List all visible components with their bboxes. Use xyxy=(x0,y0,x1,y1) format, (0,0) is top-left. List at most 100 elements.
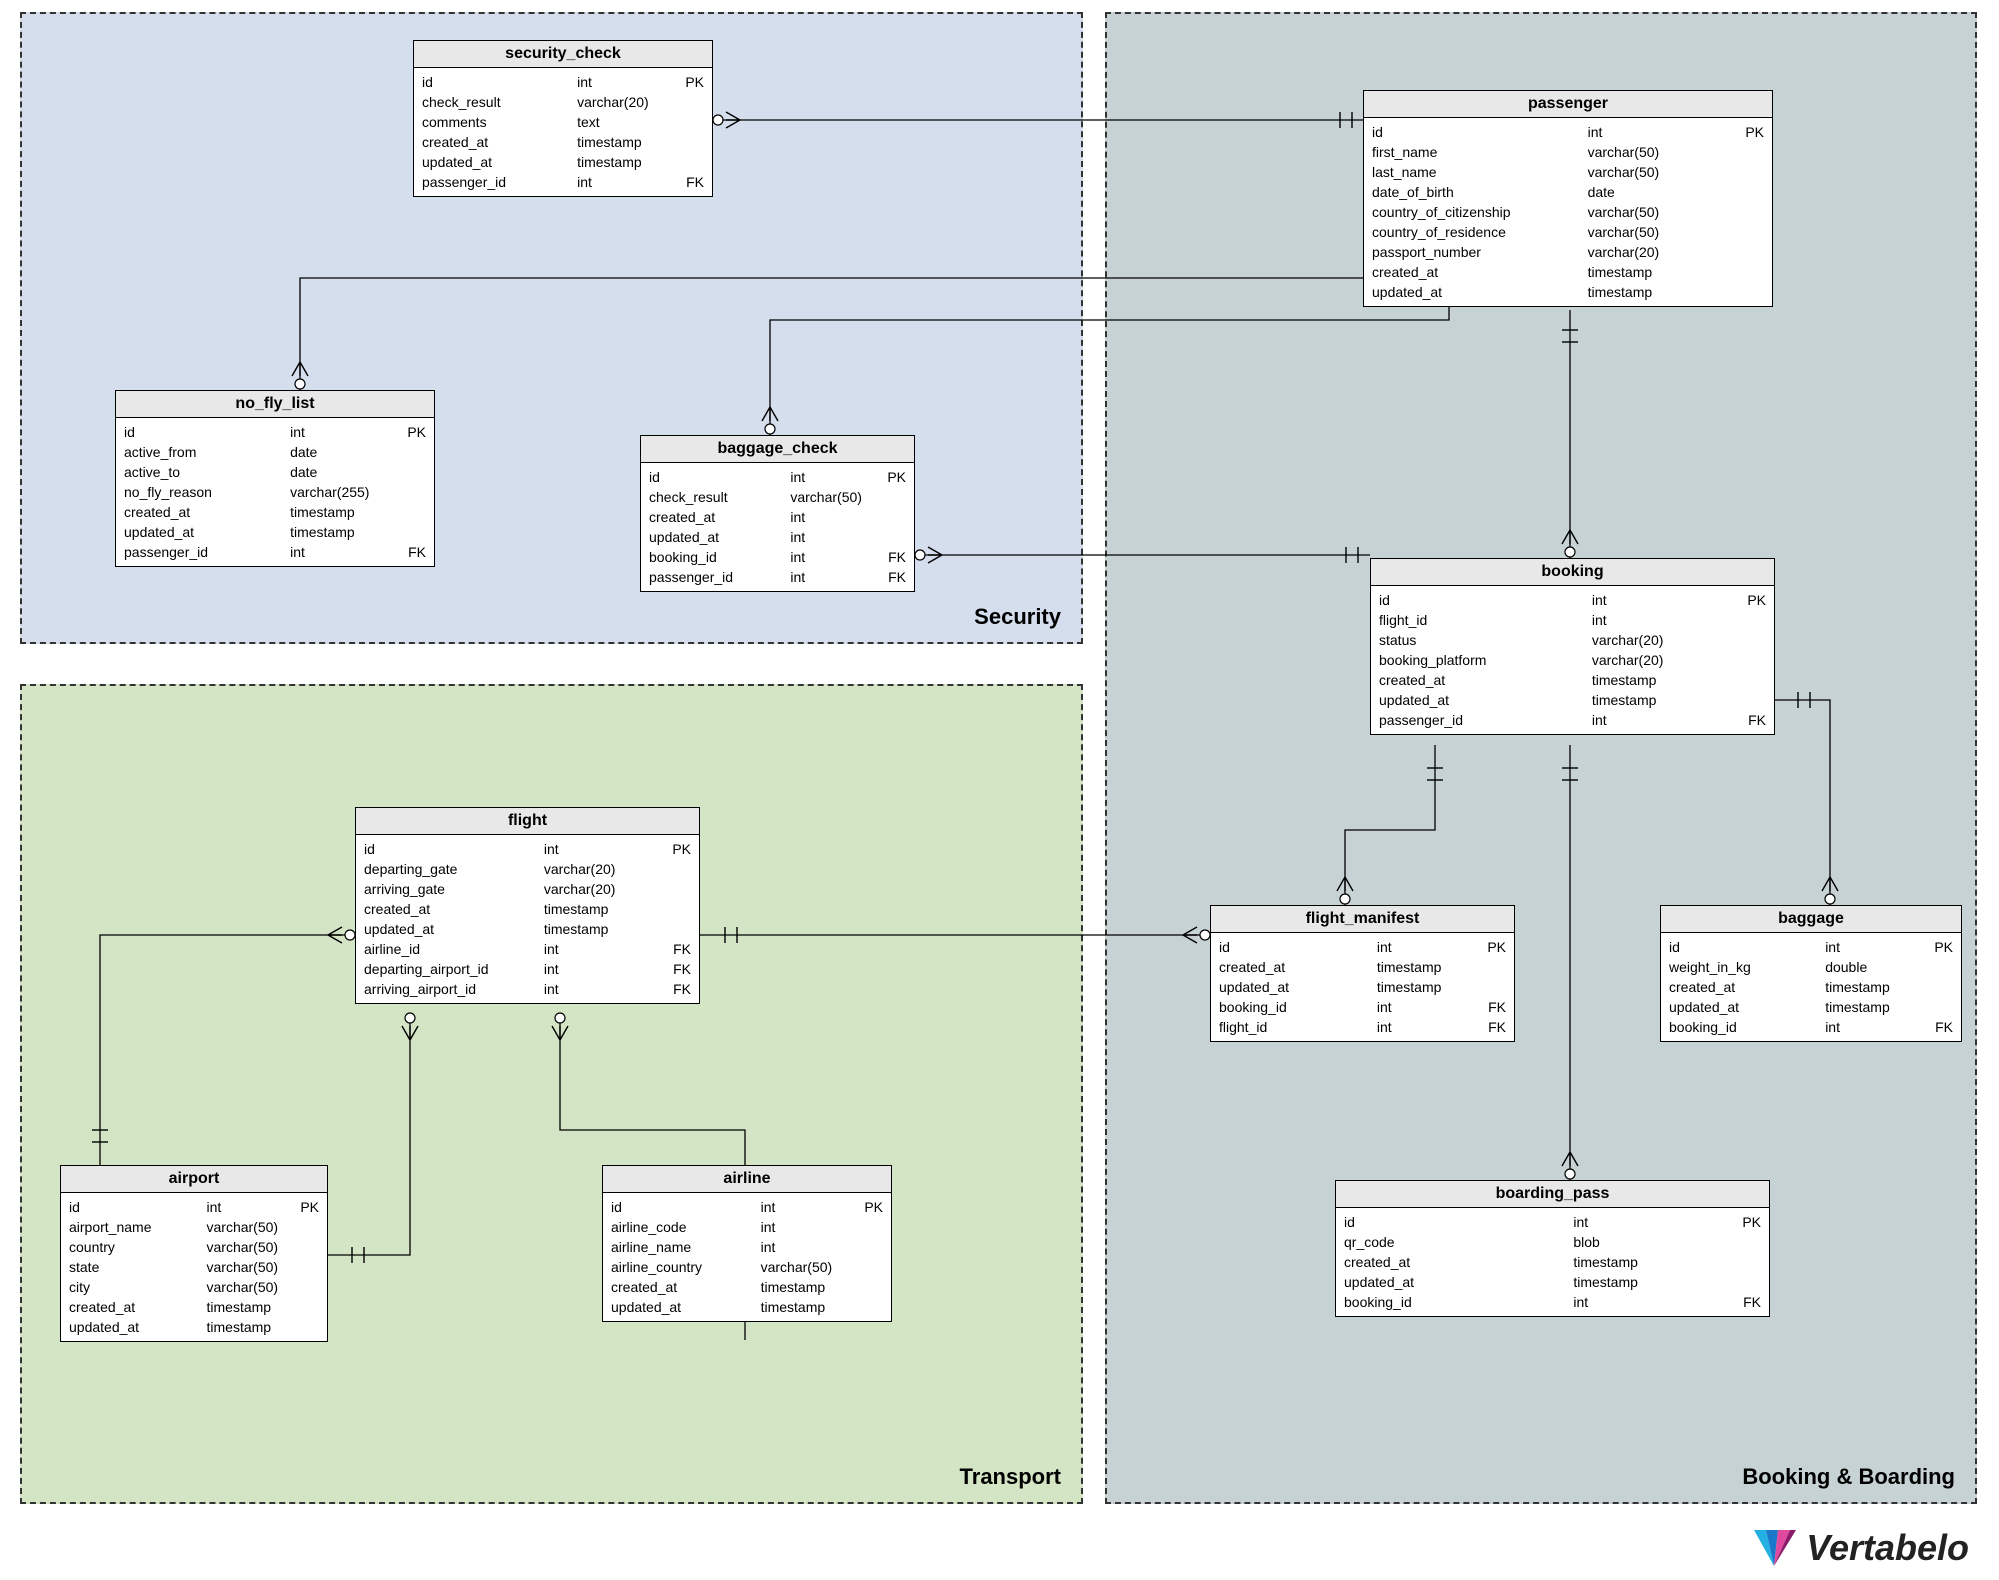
column-row: updated_attimestamp xyxy=(124,522,426,542)
column-type: timestamp xyxy=(1573,1272,1733,1292)
column-name: updated_at xyxy=(422,152,577,172)
column-type: varchar(50) xyxy=(207,1277,292,1297)
column-key xyxy=(1733,1272,1761,1292)
column-key: PK xyxy=(855,1197,883,1217)
column-row: passenger_idintFK xyxy=(422,172,704,192)
column-type: varchar(20) xyxy=(544,859,663,879)
column-type: int xyxy=(207,1197,292,1217)
column-type: timestamp xyxy=(544,919,663,939)
column-name: booking_id xyxy=(1219,997,1377,1017)
column-key: PK xyxy=(878,467,906,487)
column-name: airline_id xyxy=(364,939,544,959)
column-key: FK xyxy=(663,939,691,959)
column-key xyxy=(855,1237,883,1257)
column-row: idintPK xyxy=(1219,937,1506,957)
column-name: airline_code xyxy=(611,1217,761,1237)
column-key xyxy=(1925,957,1953,977)
column-key: PK xyxy=(291,1197,319,1217)
column-name: passenger_id xyxy=(422,172,577,192)
column-type: varchar(50) xyxy=(1588,202,1736,222)
column-type: int xyxy=(290,542,398,562)
column-type: int xyxy=(577,72,676,92)
entity-title: airport xyxy=(61,1166,327,1193)
column-row: created_attimestamp xyxy=(69,1297,319,1317)
region-booking-label: Booking & Boarding xyxy=(1742,1464,1955,1490)
column-type: timestamp xyxy=(577,152,676,172)
column-name: country_of_citizenship xyxy=(1372,202,1588,222)
entity-title: boarding_pass xyxy=(1336,1181,1769,1208)
column-key xyxy=(291,1217,319,1237)
column-key xyxy=(1736,262,1764,282)
column-name: qr_code xyxy=(1344,1232,1573,1252)
column-name: created_at xyxy=(1379,670,1592,690)
column-row: country_of_residencevarchar(50) xyxy=(1372,222,1764,242)
entity-passenger[interactable]: passenger idintPKfirst_namevarchar(50)la… xyxy=(1363,90,1773,307)
entity-boarding-pass[interactable]: boarding_pass idintPKqr_codeblobcreated_… xyxy=(1335,1180,1770,1317)
column-key xyxy=(663,859,691,879)
column-key xyxy=(398,502,426,522)
entity-flight[interactable]: flight idintPKdeparting_gatevarchar(20)a… xyxy=(355,807,700,1004)
column-name: created_at xyxy=(364,899,544,919)
entity-airline[interactable]: airline idintPKairline_codeintairline_na… xyxy=(602,1165,892,1322)
column-name: updated_at xyxy=(1669,997,1825,1017)
column-key xyxy=(398,442,426,462)
entity-baggage[interactable]: baggage idintPKweight_in_kgdoublecreated… xyxy=(1660,905,1962,1042)
column-type: varchar(20) xyxy=(1592,630,1738,650)
column-type: int xyxy=(544,959,663,979)
column-type: varchar(20) xyxy=(1592,650,1738,670)
column-name: active_to xyxy=(124,462,290,482)
column-type: varchar(50) xyxy=(207,1257,292,1277)
column-type: varchar(50) xyxy=(207,1217,292,1237)
column-key: FK xyxy=(1478,997,1506,1017)
column-row: created_attimestamp xyxy=(1379,670,1766,690)
column-key: PK xyxy=(663,839,691,859)
column-type: timestamp xyxy=(1588,262,1736,282)
column-key: PK xyxy=(1738,590,1766,610)
column-name: state xyxy=(69,1257,207,1277)
column-row: statusvarchar(20) xyxy=(1379,630,1766,650)
column-name: id xyxy=(124,422,290,442)
column-type: timestamp xyxy=(1592,690,1738,710)
column-name: updated_at xyxy=(124,522,290,542)
column-name: date_of_birth xyxy=(1372,182,1588,202)
column-key xyxy=(878,527,906,547)
entity-flight-manifest[interactable]: flight_manifest idintPKcreated_attimesta… xyxy=(1210,905,1515,1042)
column-row: first_namevarchar(50) xyxy=(1372,142,1764,162)
column-type: varchar(50) xyxy=(1588,162,1736,182)
column-type: int xyxy=(290,422,398,442)
column-type: int xyxy=(1592,590,1738,610)
column-type: date xyxy=(1588,182,1736,202)
entity-no-fly-list[interactable]: no_fly_list idintPKactive_fromdateactive… xyxy=(115,390,435,567)
column-key: FK xyxy=(663,959,691,979)
column-key xyxy=(1736,222,1764,242)
entity-airport[interactable]: airport idintPKairport_namevarchar(50)co… xyxy=(60,1165,328,1342)
column-row: created_attimestamp xyxy=(364,899,691,919)
column-name: airline_name xyxy=(611,1237,761,1257)
column-type: int xyxy=(1592,610,1738,630)
column-name: updated_at xyxy=(1344,1272,1573,1292)
column-name: booking_id xyxy=(1344,1292,1573,1312)
column-row: last_namevarchar(50) xyxy=(1372,162,1764,182)
column-key xyxy=(1736,162,1764,182)
column-key: PK xyxy=(1733,1212,1761,1232)
column-row: country_of_citizenshipvarchar(50) xyxy=(1372,202,1764,222)
column-row: active_fromdate xyxy=(124,442,426,462)
column-name: departing_gate xyxy=(364,859,544,879)
column-name: id xyxy=(649,467,790,487)
column-type: int xyxy=(1377,997,1478,1017)
column-type: int xyxy=(761,1197,855,1217)
column-row: created_attimestamp xyxy=(124,502,426,522)
entity-booking[interactable]: booking idintPKflight_idintstatusvarchar… xyxy=(1370,558,1775,735)
column-type: timestamp xyxy=(1825,977,1925,997)
entity-security-check[interactable]: security_check idintPKcheck_resultvarcha… xyxy=(413,40,713,197)
entity-baggage-check[interactable]: baggage_check idintPKcheck_resultvarchar… xyxy=(640,435,915,592)
column-key xyxy=(1738,610,1766,630)
column-name: flight_id xyxy=(1379,610,1592,630)
column-name: arriving_airport_id xyxy=(364,979,544,999)
column-type: int xyxy=(1592,710,1738,730)
column-type: varchar(50) xyxy=(790,487,878,507)
column-type: varchar(255) xyxy=(290,482,398,502)
column-row: active_todate xyxy=(124,462,426,482)
column-row: arriving_gatevarchar(20) xyxy=(364,879,691,899)
column-row: created_attimestamp xyxy=(1219,957,1506,977)
